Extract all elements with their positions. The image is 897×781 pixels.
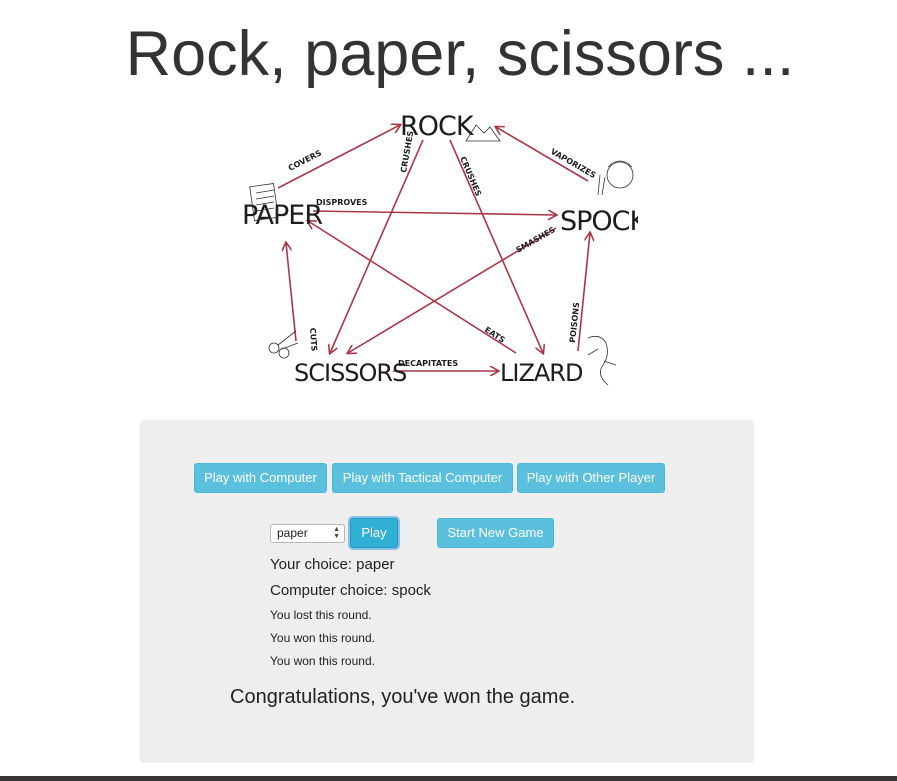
game-panel: Play with Computer Play with Tactical Co… <box>140 420 754 763</box>
rules-diagram: ROCK PAPER SPOCK SCISSORS LIZARD COVERS … <box>238 103 638 393</box>
choice-select-value: paper <box>277 526 308 540</box>
page-title: Rock, paper, scissors ... <box>125 19 795 89</box>
verb-vaporizes: VAPORIZES <box>549 147 598 180</box>
play-with-tactical-computer-button[interactable]: Play with Tactical Computer <box>332 463 513 493</box>
select-arrows-icon: ▲ ▼ <box>333 526 340 540</box>
round-result-2: You won this round. <box>270 631 375 645</box>
arrow-paper-covers-rock <box>277 125 400 189</box>
choice-select[interactable]: paper ▲ ▼ <box>270 524 345 543</box>
final-result-message: Congratulations, you've won the game. <box>230 686 576 708</box>
verb-covers: COVERS <box>287 148 323 172</box>
arrow-paper-disproves-spock <box>312 211 556 215</box>
play-button[interactable]: Play <box>350 518 398 548</box>
round-result-1: You lost this round. <box>270 608 372 622</box>
your-choice-text: Your choice: paper <box>270 556 395 573</box>
scissors-sketch-icon <box>268 330 299 359</box>
node-spock: SPOCK <box>560 206 638 237</box>
arrow-spock-vaporizes-rock <box>496 127 589 182</box>
verb-crushes-lizard: CRUSHES <box>458 155 483 198</box>
computer-choice-text: Computer choice: spock <box>270 582 431 599</box>
start-new-game-button[interactable]: Start New Game <box>437 518 554 548</box>
play-with-other-player-button[interactable]: Play with Other Player <box>517 463 665 493</box>
arrow-lizard-poisons-spock <box>577 233 590 352</box>
rules-diagram-svg: ROCK PAPER SPOCK SCISSORS LIZARD COVERS … <box>242 111 638 387</box>
verb-disproves: DISPROVES <box>316 198 368 207</box>
verb-cuts: CUTS <box>308 328 319 352</box>
node-lizard: LIZARD <box>500 359 583 387</box>
bottom-bar <box>0 776 897 781</box>
arrow-scissors-cuts-paper <box>286 243 297 342</box>
arrow-rock-crushes-scissors <box>330 139 424 353</box>
lizard-sketch-icon <box>587 335 617 386</box>
play-with-computer-button[interactable]: Play with Computer <box>194 463 327 493</box>
round-result-3: You won this round. <box>270 654 375 668</box>
verb-smashes: SMASHES <box>515 225 557 255</box>
verb-decapitates: DECAPITATES <box>398 359 458 368</box>
spock-sketch-icon <box>597 160 634 196</box>
node-scissors: SCISSORS <box>294 359 406 387</box>
